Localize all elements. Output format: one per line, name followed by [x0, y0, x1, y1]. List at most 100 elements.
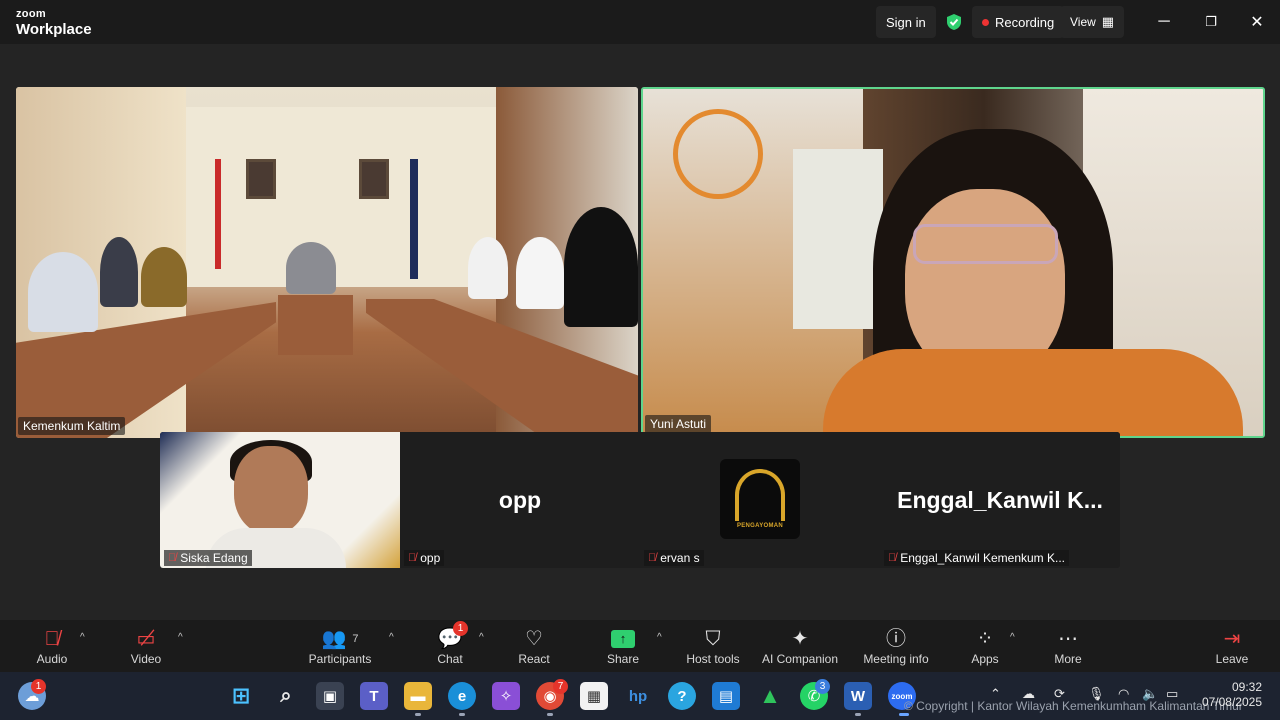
sign-in-button[interactable]: Sign in	[876, 6, 936, 38]
chat-unread-badge: 1	[453, 621, 468, 636]
sparkle-icon: ✦	[791, 628, 809, 650]
whatsapp-badge: 3	[815, 679, 830, 694]
more-dots-icon: ⋯	[1058, 628, 1078, 650]
participants-label: Participants	[308, 652, 372, 666]
participant-name: opp	[420, 551, 441, 565]
store-icon[interactable]: ▦	[580, 682, 608, 710]
participant-figure	[516, 237, 564, 309]
meeting-controls: 🎙̸ Audio ^ ▭̸ Video ^ 👥 7 Participants ^ …	[0, 620, 1280, 672]
leave-icon: ⇥	[1223, 628, 1241, 650]
participant-name-label: 🎙̸ opp	[404, 550, 445, 566]
logo-small-text: zoom	[16, 8, 46, 20]
pengayoman-tree-icon	[735, 469, 785, 521]
chat-label: Chat	[437, 652, 463, 666]
window-pane	[793, 149, 883, 329]
running-indicator	[547, 713, 553, 716]
taskbar-clock[interactable]: 09:32 07/08/2025	[1196, 680, 1262, 710]
room-wall	[176, 107, 496, 287]
meeting-info-label: Meeting info	[863, 652, 929, 666]
video-tile-yuni-astuti[interactable]: Yuni Astuti	[641, 87, 1265, 438]
task-view-icon[interactable]: ▣	[316, 682, 344, 710]
app-triangle-icon[interactable]: ▲	[756, 682, 784, 710]
windows-start-icon[interactable]: ⊞	[227, 682, 255, 710]
search-icon[interactable]: ⌕	[272, 682, 300, 710]
participant-figure	[286, 242, 336, 294]
clock-date: 07/08/2025	[1201, 695, 1262, 709]
apps-icon: ⁘	[976, 628, 994, 650]
video-button[interactable]: ▭̸ Video	[124, 622, 168, 670]
logo-big-text: Workplace	[16, 21, 92, 38]
running-indicator	[855, 713, 861, 716]
weather-badge: 1	[31, 679, 46, 694]
restore-icon[interactable]: ❐	[1199, 10, 1223, 34]
remote-desktop-icon[interactable]: ▤	[712, 682, 740, 710]
share-options-caret-icon[interactable]: ^	[657, 632, 662, 643]
avatar-caption: PENGAYOMAN	[736, 523, 784, 529]
audio-label: Audio	[36, 652, 68, 666]
participants-options-caret-icon[interactable]: ^	[389, 632, 394, 643]
edge-icon[interactable]: e	[448, 682, 476, 710]
active-indicator	[899, 713, 909, 716]
participant-name-label: 🎙̸ Siska Edang	[164, 550, 252, 566]
gallery-tile-siska-edang[interactable]: 🎙̸ Siska Edang	[160, 432, 400, 568]
gallery-tile-ervan-s[interactable]: PENGAYOMAN 🎙̸ ervan s	[640, 432, 880, 568]
video-options-caret-icon[interactable]: ^	[178, 632, 183, 643]
apps-button[interactable]: ⁘ Apps	[963, 622, 1007, 670]
participants-icon: 👥 7	[321, 628, 359, 650]
participant-figure	[564, 207, 638, 327]
file-explorer-icon[interactable]: ▬	[404, 682, 432, 710]
gallery-tile-opp[interactable]: opp 🎙̸ opp	[400, 432, 640, 568]
encryption-shield-icon[interactable]	[946, 0, 962, 44]
participant-name: ervan s	[660, 551, 700, 565]
participant-figure	[141, 247, 187, 307]
speaker-shirt	[823, 349, 1243, 436]
share-screen-icon: ↑	[611, 626, 635, 652]
leave-button[interactable]: ⇥ Leave	[1210, 622, 1254, 670]
flag	[410, 159, 418, 279]
chat-options-caret-icon[interactable]: ^	[479, 632, 484, 643]
ai-companion-button[interactable]: ✦ AI Companion	[758, 622, 842, 670]
audio-button[interactable]: 🎙̸ Audio	[30, 622, 74, 670]
gallery-tile-enggal-kanwil[interactable]: Enggal_Kanwil K... 🎙̸ Enggal_Kanwil Keme…	[880, 432, 1120, 568]
participant-figure	[28, 252, 98, 332]
portrait-frame	[246, 159, 276, 199]
participant-figure	[100, 237, 138, 307]
apps-label: Apps	[971, 652, 999, 666]
share-button[interactable]: ↑ Share	[601, 622, 645, 670]
view-button[interactable]: View ▦	[1060, 6, 1125, 38]
close-icon[interactable]: ✕	[1245, 10, 1269, 34]
help-icon[interactable]: ?	[668, 682, 696, 710]
react-button[interactable]: ♡ React	[512, 622, 556, 670]
more-button[interactable]: ⋯ More	[1046, 622, 1090, 670]
video-tile-kemenkum-kaltim[interactable]: Kemenkum Kaltim	[16, 87, 638, 438]
participant-name-label: Yuni Astuti	[645, 415, 712, 433]
word-icon[interactable]: W	[844, 682, 872, 710]
more-label: More	[1054, 652, 1082, 666]
stopped-video-icon: ▭̸	[136, 628, 156, 650]
flag	[215, 159, 221, 269]
hp-icon[interactable]: hp	[624, 682, 652, 710]
view-label: View	[1070, 15, 1096, 29]
info-icon: ⓘ	[886, 628, 906, 650]
title-bar: zoom Workplace Sign in Recording View ▦ …	[0, 0, 1280, 44]
participants-button[interactable]: 👥 7 Participants	[304, 622, 376, 670]
apps-options-caret-icon[interactable]: ^	[1010, 632, 1015, 643]
recording-indicator[interactable]: Recording	[972, 6, 1065, 38]
host-tools-button[interactable]: ⛉ Host tools	[680, 622, 746, 670]
leave-label: Leave	[1215, 652, 1249, 666]
meeting-info-button[interactable]: ⓘ Meeting info	[856, 622, 936, 670]
muted-mic-icon: 🎙̸	[888, 552, 897, 564]
zoom-workplace-logo: zoom Workplace	[16, 8, 92, 38]
muted-mic-icon: 🎙̸	[648, 552, 657, 564]
copilot-icon[interactable]: ✧	[492, 682, 520, 710]
muted-microphone-icon: 🎙̸	[44, 628, 60, 650]
teams-icon[interactable]: T	[360, 682, 388, 710]
heart-icon: ♡	[525, 628, 543, 650]
minimize-icon[interactable]: ─	[1152, 10, 1176, 34]
participant-figure	[468, 237, 508, 299]
participant-name-label: 🎙̸ Enggal_Kanwil Kemenkum K...	[884, 550, 1070, 566]
audio-options-caret-icon[interactable]: ^	[80, 632, 85, 643]
copyright-watermark: © Copyright | Kantor Wilayah Kemenkumham…	[904, 699, 1243, 713]
participant-face	[234, 446, 308, 534]
gallery-strip: 🎙̸ Siska Edang opp 🎙̸ opp PENGAYOMAN 🎙̸ …	[160, 432, 1120, 568]
